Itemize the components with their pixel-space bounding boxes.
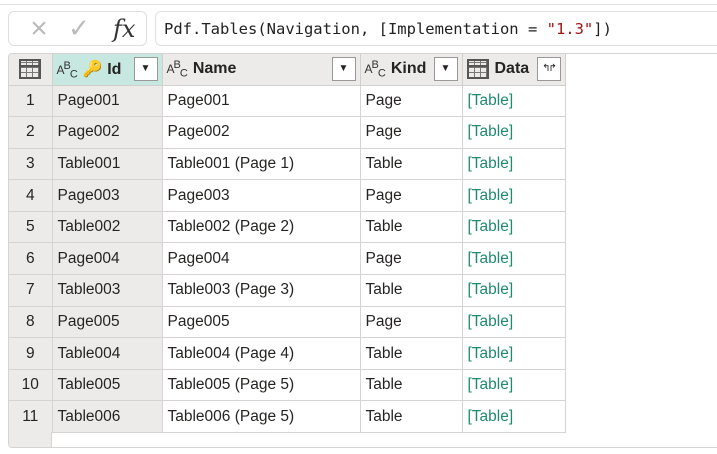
table-row: 7 Table003 Table003 (Page 3) Table [Tabl… [9,274,566,307]
table-row: 1 Page001 Page001 Page [Table] [9,85,566,118]
cell-kind[interactable]: Table [360,148,463,181]
formula-buttons: × ✓ fx [8,11,147,46]
column-label: Id [107,60,122,78]
row-number[interactable]: 3 [9,148,53,181]
cell-kind[interactable]: Table [360,211,463,244]
cell-data-link[interactable]: [Table] [462,306,566,339]
row-number[interactable]: 7 [9,274,53,307]
filter-dropdown-icon[interactable]: ▼ [331,57,356,82]
formula-suffix: ]) [593,20,612,38]
text-type-icon[interactable]: ABC [365,59,386,79]
cell-kind[interactable]: Page [360,179,463,212]
cell-kind[interactable]: Table [360,274,463,307]
cell-kind[interactable]: Table [360,369,463,402]
cell-data-link[interactable]: [Table] [462,85,566,118]
cell-data-link[interactable]: [Table] [462,242,566,276]
cell-id[interactable]: Table005 [52,369,163,402]
cell-id[interactable]: Table001 [52,148,163,181]
cell-name[interactable]: Page002 [162,116,361,149]
row-number[interactable]: 8 [9,306,53,339]
cell-id[interactable]: Page005 [52,306,163,339]
cell-data-link[interactable]: [Table] [462,274,566,307]
cell-data-link[interactable]: [Table] [462,337,566,370]
cell-id[interactable]: Page002 [52,116,163,149]
cell-name[interactable]: Page004 [162,242,361,276]
cell-kind[interactable]: Table [360,337,463,370]
row-number[interactable]: 1 [9,85,53,118]
cell-id[interactable]: Table004 [52,337,163,370]
table-row: 6 Page004 Page004 Page [Table] [9,242,566,276]
cell-id[interactable]: Page001 [52,85,163,118]
column-label: Data [494,60,530,78]
row-number[interactable]: 4 [9,179,53,212]
table-icon [19,59,42,80]
cell-data-link[interactable]: [Table] [462,179,566,212]
cell-name[interactable]: Table001 (Page 1) [162,148,361,181]
cell-kind[interactable]: Page [360,85,463,118]
commit-icon[interactable]: ✓ [59,13,99,44]
table-row: 8 Page005 Page005 Page [Table] [9,306,566,339]
cell-name[interactable]: Table004 (Page 4) [162,337,361,370]
table-row: 3 Table001 Table001 (Page 1) Table [Tabl… [9,148,566,181]
text-type-icon[interactable]: ABC [57,60,78,80]
cell-name[interactable]: Page005 [162,306,361,339]
cell-id[interactable]: Table006 [52,400,163,434]
column-header-id[interactable]: ABC 🔑 Id ▼ [52,54,163,86]
cell-kind[interactable]: Table [360,400,463,434]
cell-name[interactable]: Page001 [162,85,361,118]
cell-data-link[interactable]: [Table] [462,148,566,181]
table-row: 11 Table006 Table006 (Page 5) Table [Tab… [9,400,566,434]
table-row: 10 Table005 Table005 (Page 5) Table [Tab… [9,369,566,402]
top-divider [0,0,717,5]
cell-name[interactable]: Table005 (Page 5) [162,369,361,402]
row-number[interactable]: 9 [9,337,53,370]
row-number[interactable]: 2 [9,116,53,149]
column-header-name[interactable]: ABC Name ▼ [162,54,361,86]
cell-data-link[interactable]: [Table] [462,400,566,434]
cell-name[interactable]: Table003 (Page 3) [162,274,361,307]
formula-input[interactable]: Pdf.Tables(Navigation, [Implementation =… [155,11,717,46]
table-row: 9 Table004 Table004 (Page 4) Table [Tabl… [9,337,566,370]
fx-icon[interactable]: fx [113,15,135,43]
row-number[interactable]: 11 [9,400,53,434]
table-row: 4 Page003 Page003 Page [Table] [9,179,566,212]
formula-prefix: Pdf.Tables(Navigation, [Implementation = [164,20,547,38]
filter-dropdown-icon[interactable]: ▼ [133,57,158,82]
cell-id[interactable]: Table002 [52,211,163,244]
cell-id[interactable]: Table003 [52,274,163,307]
formula-string: "1.3" [546,20,594,38]
row-number[interactable]: 10 [9,369,53,402]
cell-kind[interactable]: Page [360,116,463,149]
cell-id[interactable]: Page003 [52,179,163,212]
column-label: Kind [390,60,427,78]
cell-data-link[interactable]: [Table] [462,211,566,244]
filter-dropdown-icon[interactable]: ▼ [433,57,458,82]
cell-name[interactable]: Table002 (Page 2) [162,211,361,244]
cell-id[interactable]: Page004 [52,242,163,276]
column-label: Name [192,60,237,78]
table-row: 2 Page002 Page002 Page [Table] [9,116,566,149]
table-menu-button[interactable] [9,54,53,86]
table-type-icon[interactable] [466,59,489,80]
text-type-icon[interactable]: ABC [167,59,188,79]
data-grid: ABC 🔑 Id ▼ ABC Name ▼ ABC Kind ▼ Data ↰↱ 1 Page… [8,53,717,448]
cell-data-link[interactable]: [Table] [462,369,566,402]
column-header-data[interactable]: Data ↰↱ [462,54,566,86]
cell-kind[interactable]: Page [360,306,463,339]
cell-name[interactable]: Page003 [162,179,361,212]
row-number[interactable]: 6 [9,242,53,276]
column-header-kind[interactable]: ABC Kind ▼ [360,54,463,86]
expand-column-icon[interactable]: ↰↱ [536,57,561,82]
row-number-filler [9,432,52,447]
cancel-icon[interactable]: × [19,12,59,46]
cell-data-link[interactable]: [Table] [462,116,566,149]
key-icon: 🔑 [82,60,103,78]
cell-kind[interactable]: Page [360,242,463,276]
cell-name[interactable]: Table006 (Page 5) [162,400,361,434]
row-number[interactable]: 5 [9,211,53,244]
table-row: 5 Table002 Table002 (Page 2) Table [Tabl… [9,211,566,244]
